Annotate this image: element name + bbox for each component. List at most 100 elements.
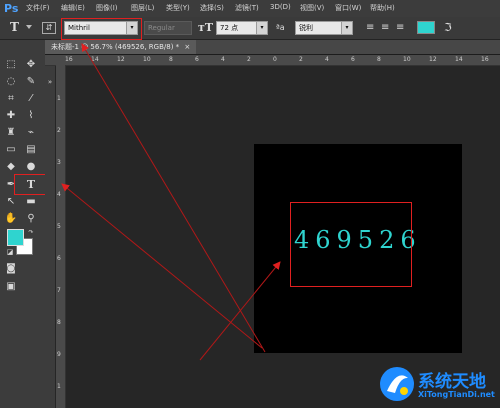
menu-view[interactable]: 视图(V) xyxy=(300,3,324,13)
photoshop-logo: Ps xyxy=(4,2,19,15)
crop-tool-icon[interactable]: ⌗ xyxy=(4,92,18,105)
font-style-dropdown[interactable]: Regular xyxy=(144,21,192,35)
font-style-value: Regular xyxy=(148,24,175,32)
ruler-tick: 9 xyxy=(57,351,61,358)
menu-file[interactable]: 文件(F) xyxy=(26,3,50,13)
font-size-icon: ᴛT xyxy=(198,21,214,34)
type-tool-preset-icon[interactable]: T xyxy=(10,20,19,34)
align-right-icon[interactable]: ≡ xyxy=(396,22,408,34)
ruler-tick: 14 xyxy=(91,56,99,63)
lasso-tool-icon[interactable]: ◌ xyxy=(4,75,18,88)
ruler-tick: 10 xyxy=(143,56,151,63)
antialias-icon: ªa xyxy=(276,23,285,32)
document-tab-bar: 未标题-1 @ 56.7% (469526, RGB/8) * × xyxy=(45,40,500,55)
pen-tool-icon[interactable]: ✒ xyxy=(4,178,18,191)
chevron-down-icon: ▾ xyxy=(256,22,267,34)
ruler-tick: 10 xyxy=(403,56,411,63)
ruler-tick: 5 xyxy=(57,223,61,230)
menu-layer[interactable]: 图层(L) xyxy=(131,3,154,13)
ruler-tick: 8 xyxy=(169,56,173,63)
document-tab-title: 未标题-1 @ 56.7% (469526, RGB/8) * xyxy=(51,43,180,51)
ruler-tick: 6 xyxy=(351,56,355,63)
ruler-tick: 1 xyxy=(57,383,61,390)
horizontal-ruler: 16 14 12 10 8 6 4 2 0 2 4 6 8 10 12 14 1… xyxy=(45,55,500,66)
ruler-tick: 6 xyxy=(195,56,199,63)
font-size-value: 72 点 xyxy=(220,24,239,32)
menu-type[interactable]: 类型(Y) xyxy=(166,3,190,13)
canvas-text-layer[interactable]: 469526 xyxy=(294,226,422,254)
healing-brush-tool-icon[interactable]: ✚ xyxy=(4,109,18,122)
ruler-tick: 4 xyxy=(221,56,225,63)
ruler-tick: 8 xyxy=(57,319,61,326)
menu-3d[interactable]: 3D(D) xyxy=(270,3,291,11)
menu-help[interactable]: 帮助(H) xyxy=(370,3,395,13)
quick-mask-icon[interactable]: ◙ xyxy=(4,262,18,275)
menu-image[interactable]: 图像(I) xyxy=(96,3,118,13)
ruler-tick: 0 xyxy=(273,56,277,63)
ruler-tick: 8 xyxy=(377,56,381,63)
ruler-tick: 4 xyxy=(57,191,61,198)
site-watermark: 系统天地 XiTongTianDi.net xyxy=(378,362,496,406)
gradient-tool-icon[interactable]: ▤ xyxy=(24,143,38,156)
menu-filter[interactable]: 滤镜(T) xyxy=(235,3,259,13)
dodge-tool-icon[interactable]: ● xyxy=(24,160,38,173)
menu-window[interactable]: 窗口(W) xyxy=(335,3,361,13)
warp-text-icon[interactable]: ℑ xyxy=(444,20,458,35)
ruler-tick: 2 xyxy=(299,56,303,63)
eyedropper-tool-icon[interactable]: ⁄ xyxy=(24,92,38,105)
ruler-tick: 7 xyxy=(57,287,61,294)
eraser-tool-icon[interactable]: ▭ xyxy=(4,143,18,156)
ruler-tick: 12 xyxy=(429,56,437,63)
document-tab[interactable]: 未标题-1 @ 56.7% (469526, RGB/8) * × xyxy=(45,40,197,54)
options-bar: T ⇵ Mithril ▾ Regular ᴛT 72 点 ▾ ªa 锐利 ▾ … xyxy=(0,17,500,40)
move-tool-icon[interactable]: ✥ xyxy=(24,58,38,71)
ruler-tick: 14 xyxy=(455,56,463,63)
zoom-tool-icon[interactable]: ⚲ xyxy=(24,212,38,225)
shape-tool-icon[interactable]: ▬ xyxy=(24,195,38,208)
marquee-tool-icon[interactable]: ⬚ xyxy=(4,58,18,71)
tools-panel: ⬚ ✥ ◌ ✎ ⌗ ⁄ ✚ ⌇ ♜ ⌁ ▭ ▤ ◆ ● ✒ T ↖ ▬ ✋ ⚲ … xyxy=(0,40,46,408)
chevron-down-icon: ▾ xyxy=(126,22,137,34)
ruler-tick: 2 xyxy=(57,127,61,134)
preset-chevron-down-icon[interactable] xyxy=(26,25,32,30)
foreground-color-swatch[interactable] xyxy=(7,229,24,246)
ruler-tick: 2 xyxy=(247,56,251,63)
toggle-orientation-icon[interactable]: ⇵ xyxy=(42,22,56,34)
dock-strip: » xyxy=(45,66,55,408)
watermark-subtitle: XiTongTianDi.net xyxy=(418,390,495,399)
panel-collapse-icon[interactable]: » xyxy=(43,76,57,89)
type-tool-icon[interactable]: T xyxy=(24,178,38,191)
font-size-dropdown[interactable]: 72 点 ▾ xyxy=(216,21,268,35)
close-icon[interactable]: × xyxy=(184,43,190,51)
chevron-down-icon: ▾ xyxy=(341,22,352,34)
clone-stamp-tool-icon[interactable]: ♜ xyxy=(4,126,18,139)
brush-tool-icon[interactable]: ⌇ xyxy=(24,109,38,122)
path-selection-tool-icon[interactable]: ↖ xyxy=(4,195,18,208)
menu-select[interactable]: 选择(S) xyxy=(200,3,224,13)
ruler-tick: 12 xyxy=(117,56,125,63)
vertical-ruler: 1 2 3 4 5 6 7 8 9 1 xyxy=(56,65,66,408)
ruler-tick: 3 xyxy=(57,159,61,166)
quick-select-tool-icon[interactable]: ✎ xyxy=(24,75,38,88)
history-brush-tool-icon[interactable]: ⌁ xyxy=(24,126,38,139)
font-family-dropdown[interactable]: Mithril ▾ xyxy=(64,21,138,35)
font-family-value: Mithril xyxy=(68,24,90,32)
ruler-tick: 16 xyxy=(65,56,73,63)
text-color-swatch[interactable] xyxy=(417,21,435,34)
hand-tool-icon[interactable]: ✋ xyxy=(4,212,18,225)
default-colors-icon[interactable]: ◪ xyxy=(3,246,17,259)
screen-mode-icon[interactable]: ▣ xyxy=(4,280,18,293)
ruler-tick: 6 xyxy=(57,255,61,262)
menu-edit[interactable]: 编辑(E) xyxy=(61,3,85,13)
ruler-tick: 16 xyxy=(481,56,489,63)
align-left-icon[interactable]: ≡ xyxy=(366,22,378,34)
ruler-tick: 1 xyxy=(57,95,61,102)
antialias-dropdown[interactable]: 锐利 ▾ xyxy=(295,21,353,35)
blur-tool-icon[interactable]: ◆ xyxy=(4,160,18,173)
antialias-value: 锐利 xyxy=(299,24,313,32)
align-center-icon[interactable]: ≡ xyxy=(381,22,393,34)
menu-bar: Ps 文件(F) 编辑(E) 图像(I) 图层(L) 类型(Y) 选择(S) 滤… xyxy=(0,0,500,18)
ruler-tick: 4 xyxy=(325,56,329,63)
watermark-title: 系统天地 xyxy=(418,372,486,392)
watermark-logo-icon xyxy=(380,367,414,401)
